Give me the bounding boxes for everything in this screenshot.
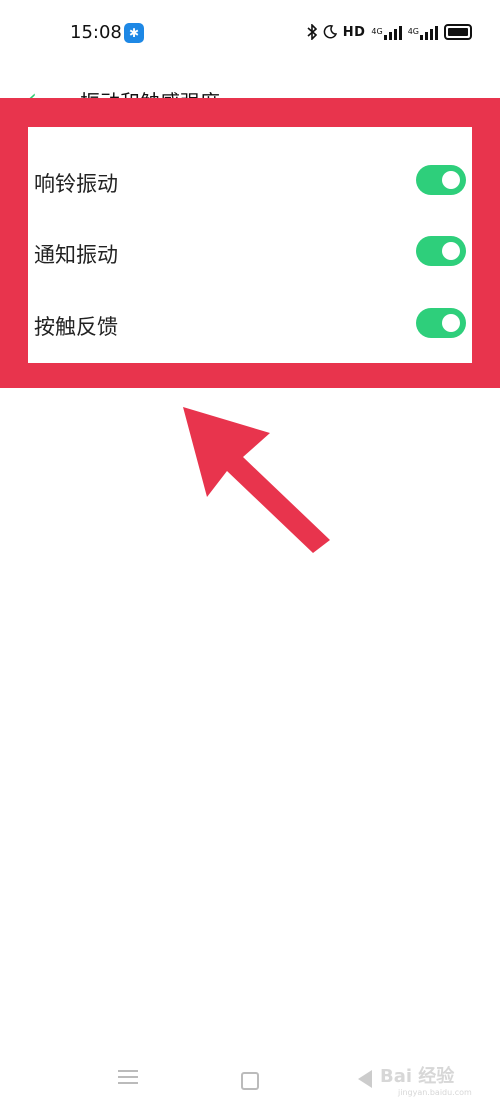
notification-vibration-toggle[interactable] bbox=[416, 236, 466, 266]
setting-label: 响铃振动 bbox=[34, 172, 118, 196]
watermark-url: jingyan.baidu.com bbox=[398, 1088, 472, 1097]
setting-row-notification-vibration[interactable]: 通知振动 bbox=[28, 223, 472, 279]
status-time: 15:08 bbox=[70, 22, 122, 43]
watermark-logo: Bai 经验 bbox=[380, 1066, 455, 1087]
settings-list: 响铃振动 通知振动 按触反馈 bbox=[28, 127, 472, 363]
setting-label: 按触反馈 bbox=[34, 315, 118, 339]
status-bar: 15:08 ✱ HD 4G 4G bbox=[0, 0, 500, 60]
do-not-disturb-moon-icon bbox=[323, 25, 337, 39]
home-icon[interactable] bbox=[241, 1072, 259, 1090]
hd-voice-icon: HD bbox=[342, 24, 366, 40]
ringtone-vibration-toggle[interactable] bbox=[416, 165, 466, 195]
signal-strength-icon-2: 4G bbox=[408, 24, 438, 40]
navigation-bar: Bai 经验 jingyan.baidu.com bbox=[0, 1050, 500, 1111]
notification-bluetooth-icon: ✱ bbox=[124, 23, 144, 43]
toggle-knob bbox=[442, 171, 460, 189]
back-triangle-icon[interactable] bbox=[358, 1070, 372, 1088]
toggle-knob bbox=[442, 242, 460, 260]
toggle-knob bbox=[442, 314, 460, 332]
setting-label: 通知振动 bbox=[34, 243, 118, 267]
status-icons: HD 4G 4G bbox=[307, 21, 472, 43]
signal-strength-icon-1: 4G bbox=[371, 24, 402, 40]
battery-icon bbox=[444, 24, 472, 40]
annotation-arrow-icon bbox=[183, 407, 330, 553]
touch-feedback-toggle[interactable] bbox=[416, 308, 466, 338]
setting-row-ringtone-vibration[interactable]: 响铃振动 bbox=[28, 152, 472, 208]
setting-row-touch-feedback[interactable]: 按触反馈 bbox=[28, 295, 472, 351]
recent-apps-icon[interactable] bbox=[118, 1070, 138, 1084]
bluetooth-icon bbox=[307, 24, 317, 40]
